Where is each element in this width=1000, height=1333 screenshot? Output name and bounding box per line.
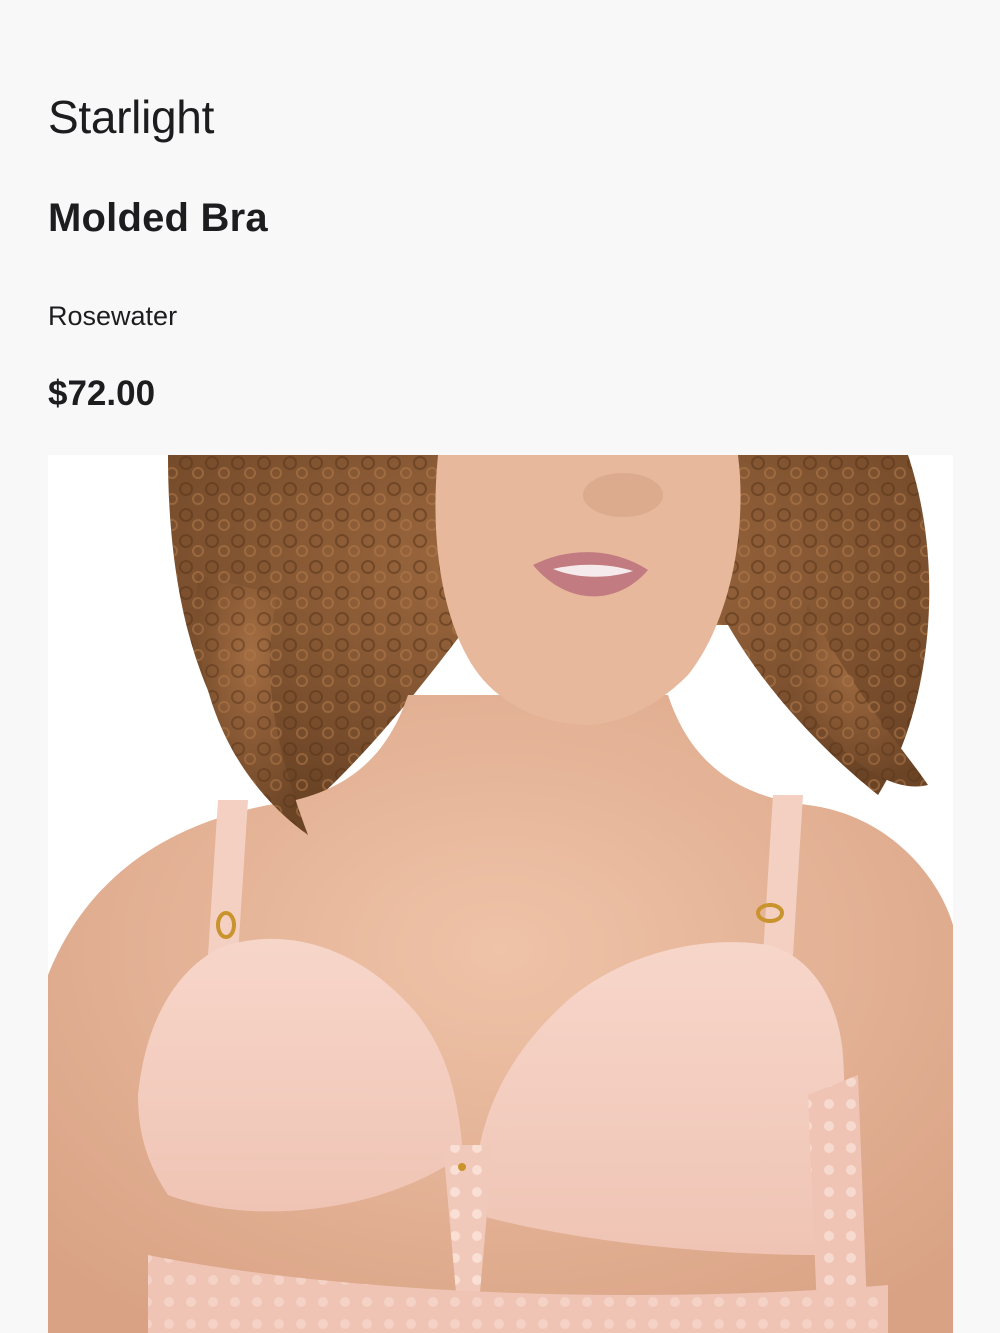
product-brand: Starlight <box>48 91 215 143</box>
product-color: Rosewater <box>48 301 178 331</box>
product-image[interactable] <box>48 455 953 1333</box>
product-price: $72.00 <box>48 374 156 413</box>
product-name: Molded Bra <box>48 196 268 240</box>
product-photo-illustration <box>48 455 953 1333</box>
product-detail-page: Starlight Molded Bra Rosewater $72.00 <box>0 0 1000 1333</box>
